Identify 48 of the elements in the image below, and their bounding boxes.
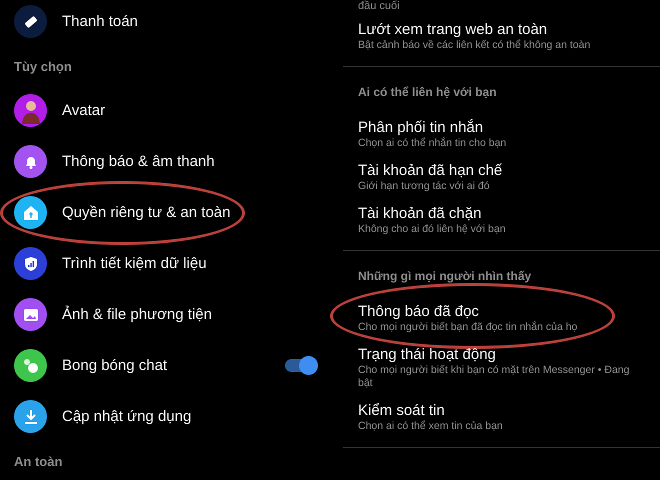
settings-item[interactable]: Trình tiết kiệm dữ liệu	[0, 238, 343, 289]
house-icon	[22, 204, 38, 220]
section-header: Ai có thể liên hệ với bạn	[358, 84, 498, 101]
cut-text: đầu cuối	[357, 0, 401, 13]
item-subtitle: Cho mọi người biết bạn đã đọc tin nhắn của họ	[358, 321, 578, 334]
item-label: Bong bóng chat	[62, 357, 168, 374]
item-label: Ảnh & file phương tiện	[62, 306, 213, 323]
section-header: An toàn	[13, 453, 64, 471]
item-subtitle: Cho mọi người biết khi bạn có mặt trên Messenger • Đang bật	[358, 364, 630, 390]
item-subtitle: Chọn ai có thể nhắn tin cho bạn	[358, 137, 508, 150]
bubbles-icon	[22, 356, 40, 374]
settings-item[interactable]: Tài khoản đã chặn Không cho ai đó liên hệ với bạn	[358, 199, 660, 242]
item-label: Trình tiết kiệm dữ liệu	[62, 255, 208, 272]
settings-item[interactable]: Thông báo & âm thanh	[0, 136, 343, 187]
settings-item[interactable]: Phân phối tin nhắn Chọn ai có thể nhắn tin cho bạn	[358, 113, 660, 156]
section-header: Những gì mọi người nhìn thấy	[358, 268, 532, 285]
settings-item[interactable]: Cập nhật ứng dụng	[0, 391, 343, 442]
item-title: Kiểm soát tin	[358, 402, 446, 420]
item-title: Lướt xem trang web an toàn	[358, 21, 548, 39]
item-label: Thông báo & âm thanh	[62, 153, 216, 170]
item-subtitle: Bật cảnh báo về các liên kết có thể không an toàn	[358, 39, 592, 52]
settings-item[interactable]: Thanh toán	[0, 0, 343, 47]
item-title: Phân phối tin nhắn	[358, 119, 484, 136]
item-title: Thông báo đã đọc	[358, 303, 480, 321]
item-label: Avatar	[62, 102, 106, 119]
item-subtitle: Giới hạn tương tác với ai đó	[358, 180, 491, 193]
item-label: Cập nhật ứng dụng	[62, 408, 192, 425]
item-label: Thanh toán	[62, 13, 139, 30]
settings-item[interactable]: Thông báo đã đọc Cho mọi người biết bạn đã đọc tin nhắn của họ	[358, 297, 660, 340]
download-icon	[22, 408, 38, 424]
settings-item[interactable]: Avatar	[0, 85, 343, 136]
settings-item[interactable]: Bong bóng chat	[0, 340, 343, 391]
toggle-switch[interactable]	[285, 359, 315, 372]
settings-item[interactable]: Tài khoản đã hạn chế Giới hạn tương tác với ai đó	[358, 156, 660, 199]
settings-item[interactable]: Lướt xem trang web an toàn Bật cảnh báo về các liên kết có thể không an toàn	[358, 15, 660, 58]
settings-item[interactable]: Quyền riêng tư & an toàn	[0, 187, 343, 238]
item-title: Tài khoản đã chặn	[358, 205, 482, 223]
settings-item[interactable]: Kiểm soát tin Chọn ai có thể xem tin của bạn	[358, 396, 660, 439]
item-subtitle: Chọn ai có thể xem tin của bạn	[358, 420, 504, 433]
shield-icon	[22, 256, 38, 272]
item-subtitle: Không cho ai đó liên hệ với bạn	[358, 223, 507, 236]
settings-item[interactable]: Ảnh & file phương tiện	[0, 289, 343, 340]
item-title: Trạng thái hoạt động	[358, 346, 497, 364]
item-title: Tài khoản đã hạn chế	[358, 162, 504, 180]
image-icon	[22, 306, 38, 322]
item-label: Quyền riêng tư & an toàn	[62, 204, 232, 221]
section-header: Tùy chọn	[13, 58, 73, 76]
settings-item[interactable]: Trạng thái hoạt động Cho mọi người biết khi bạn có mặt trên Messenger • Đang bật	[358, 340, 660, 396]
